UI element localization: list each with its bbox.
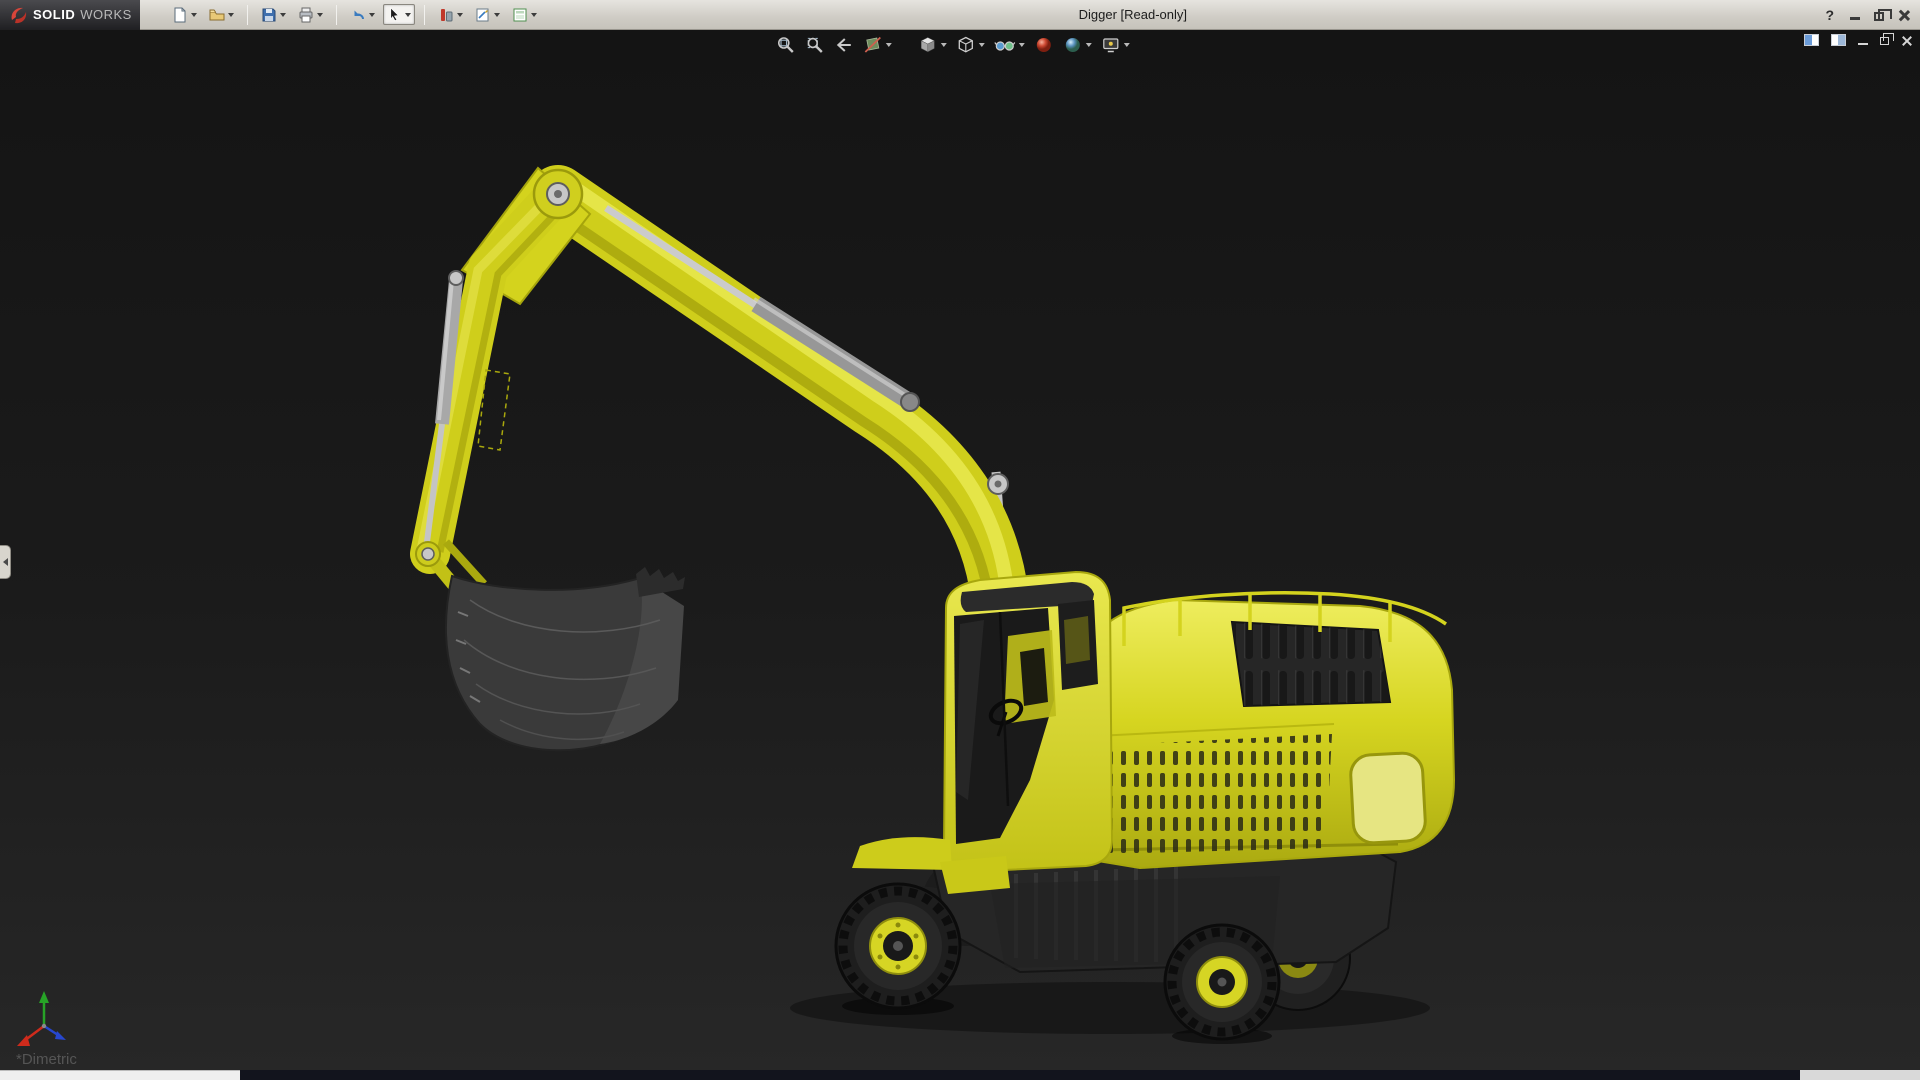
status-strip <box>0 1070 1920 1080</box>
engine-body <box>1092 592 1454 868</box>
display-style-button[interactable] <box>953 33 988 57</box>
sketch-icon <box>475 7 491 23</box>
boom-arm <box>550 182 1006 606</box>
dropdown-arrow-icon[interactable] <box>979 43 985 47</box>
front-fender <box>852 837 952 870</box>
zoom-to-fit-button[interactable] <box>773 33 799 57</box>
select-button[interactable] <box>383 4 415 25</box>
zoom-to-area-icon <box>805 35 825 55</box>
main-toolbar <box>140 4 541 26</box>
apply-scene-sphere-icon <box>1063 35 1083 55</box>
dropdown-arrow-icon[interactable] <box>317 13 323 17</box>
dropdown-arrow-icon[interactable] <box>1124 43 1130 47</box>
hide-show-items-button[interactable] <box>991 33 1028 57</box>
dropdown-arrow-icon[interactable] <box>531 13 537 17</box>
drawing-options-button[interactable] <box>508 4 541 26</box>
select-cursor-icon <box>387 7 402 22</box>
new-document-icon <box>172 7 188 23</box>
brand-light: WORKS <box>80 7 132 22</box>
edit-appearance-sphere-icon <box>1034 35 1054 55</box>
document-minimize-button[interactable] <box>1858 36 1868 45</box>
dropdown-arrow-icon[interactable] <box>191 13 197 17</box>
toolbar-separator <box>424 5 425 25</box>
side-vents <box>1098 734 1332 854</box>
restore-button[interactable] <box>1874 12 1884 21</box>
split-pane-icon[interactable] <box>1804 34 1819 46</box>
minimize-button[interactable] <box>1850 10 1860 20</box>
apply-scene-button[interactable] <box>1060 33 1095 57</box>
toolbox-icon <box>438 7 454 23</box>
zoom-to-area-button[interactable] <box>802 33 828 57</box>
boom-knee-pin <box>988 474 1008 494</box>
new-document-button[interactable] <box>168 4 201 26</box>
z-axis-arrow <box>55 1031 66 1040</box>
status-strip-right <box>1800 1070 1920 1080</box>
display-style-icon <box>956 35 976 55</box>
dropdown-arrow-icon[interactable] <box>494 13 500 17</box>
brand-bold: SOLID <box>33 7 75 22</box>
zoom-to-fit-icon <box>776 35 796 55</box>
view-orientation-cube-icon <box>918 35 938 55</box>
window-controls: ? <box>1823 0 1910 30</box>
y-axis-arrow <box>39 991 49 1003</box>
dropdown-arrow-icon[interactable] <box>228 13 234 17</box>
rear-panel <box>1350 752 1427 844</box>
undo-icon <box>350 7 366 23</box>
stick-cylinder <box>606 208 919 411</box>
drawing-options-icon <box>512 7 528 23</box>
boom-apex-joint <box>534 170 582 218</box>
dropdown-arrow-icon[interactable] <box>280 13 286 17</box>
dropdown-arrow-icon[interactable] <box>457 13 463 17</box>
cab <box>944 572 1112 872</box>
section-view-icon <box>863 35 883 55</box>
hide-show-items-icon <box>994 35 1016 55</box>
document-close-button[interactable] <box>1901 35 1912 46</box>
open-button[interactable] <box>205 4 238 26</box>
print-button[interactable] <box>294 4 327 26</box>
close-button[interactable] <box>1898 9 1910 21</box>
status-strip-left <box>0 1070 240 1080</box>
previous-view-icon <box>834 35 854 55</box>
toolbox-button[interactable] <box>434 4 467 26</box>
window-title: Digger [Read-only] <box>1079 0 1187 30</box>
solidworks-logo: SOLID WORKS <box>0 0 140 30</box>
dropdown-arrow-icon[interactable] <box>941 43 947 47</box>
print-icon <box>298 7 314 23</box>
section-view-button[interactable] <box>860 33 895 57</box>
save-icon <box>261 7 277 23</box>
open-icon <box>209 7 225 23</box>
cab-step <box>940 856 1010 894</box>
collapse-arrow-icon <box>3 558 8 566</box>
view-settings-button[interactable] <box>1098 33 1133 57</box>
save-button[interactable] <box>257 4 290 26</box>
view-orientation-button[interactable] <box>915 33 950 57</box>
feature-panel-collapse-tab[interactable] <box>0 545 11 579</box>
help-button[interactable]: ? <box>1823 7 1836 23</box>
previous-view-button[interactable] <box>831 33 857 57</box>
edit-appearance-button[interactable] <box>1031 33 1057 57</box>
title-bar: SOLID WORKS <box>0 0 1920 30</box>
dropdown-arrow-icon[interactable] <box>1019 43 1025 47</box>
toolbar-separator <box>247 5 248 25</box>
3ds-logo-icon <box>8 5 28 25</box>
dropdown-arrow-icon[interactable] <box>369 13 375 17</box>
solidworks-window: SOLID WORKS <box>0 0 1920 1080</box>
document-window-controls <box>1804 34 1912 46</box>
view-orientation-label: *Dimetric <box>16 1051 77 1068</box>
excavator-model[interactable] <box>0 30 1920 1070</box>
bucket <box>446 567 685 750</box>
dropdown-arrow-icon[interactable] <box>1086 43 1092 47</box>
graphics-viewport[interactable]: *Dimetric <box>0 30 1920 1070</box>
document-restore-button[interactable] <box>1880 37 1889 45</box>
undo-button[interactable] <box>346 4 379 26</box>
dropdown-arrow-icon[interactable] <box>886 43 892 47</box>
heads-up-view-toolbar <box>773 33 1133 57</box>
full-pane-icon[interactable] <box>1831 34 1846 46</box>
dropdown-arrow-icon[interactable] <box>405 13 411 17</box>
orientation-triad[interactable] <box>8 986 78 1056</box>
sketch-button[interactable] <box>471 4 504 26</box>
view-settings-icon <box>1101 35 1121 55</box>
toolbar-separator <box>336 5 337 25</box>
